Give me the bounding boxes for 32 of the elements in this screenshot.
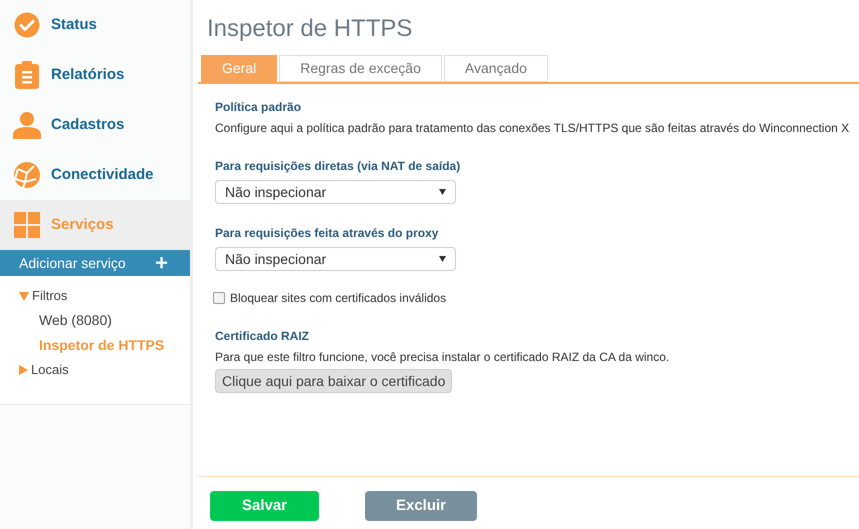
section-description: Configure aqui a política padrão para tratamento das conexões TLS/HTTPS que são feitas através do Winconnection X <box>215 120 850 137</box>
page-title: Inspetor de HTTPS <box>206 14 414 44</box>
nav-item[interactable]: Conectividade <box>0 150 190 200</box>
caret-right-icon[interactable] <box>19 365 28 375</box>
field-label: Para requisições feita através do proxy <box>215 225 440 242</box>
dropdown-caret-icon <box>439 189 446 195</box>
tab[interactable]: Regras de exceção <box>279 55 442 82</box>
check-circle-icon <box>14 12 40 38</box>
dropdown-caret-icon <box>439 256 446 262</box>
nav-item[interactable]: Status <box>0 0 190 50</box>
section-heading: Certificado RAIZ <box>215 328 310 345</box>
caret-down-icon[interactable] <box>19 292 29 300</box>
tab[interactable]: Avançado <box>444 55 548 82</box>
delete-button[interactable]: Excluir <box>365 491 477 521</box>
tree-item[interactable]: Web (8080) <box>39 310 112 331</box>
tree-item[interactable]: Locais <box>31 360 69 380</box>
add-service-button[interactable]: Adicionar serviço + <box>0 250 190 276</box>
section-heading: Política padrão <box>215 99 302 116</box>
download-certificate-button[interactable]: Clique aqui para baixar o certificado <box>215 369 452 393</box>
person-icon <box>13 112 41 138</box>
checkbox-label: Bloquear sites com certificados inválidos <box>230 290 446 307</box>
grid-icon <box>14 212 40 238</box>
clipboard-icon <box>14 61 40 89</box>
nav-item[interactable]: Relatórios <box>0 50 190 100</box>
field-label: Para requisições diretas (via NAT de saída) <box>215 158 462 175</box>
globe-icon <box>13 161 41 189</box>
tree-item[interactable]: Filtros <box>32 286 68 306</box>
select-field[interactable]: Não inspecionar <box>215 180 456 204</box>
checkbox[interactable] <box>213 292 225 304</box>
section-description: Para que este filtro funcione, você precisa instalar o certificado RAIZ da CA da winco. <box>215 349 670 366</box>
nav-item[interactable]: Cadastros <box>0 100 190 150</box>
select-field[interactable]: Não inspecionar <box>215 247 456 271</box>
